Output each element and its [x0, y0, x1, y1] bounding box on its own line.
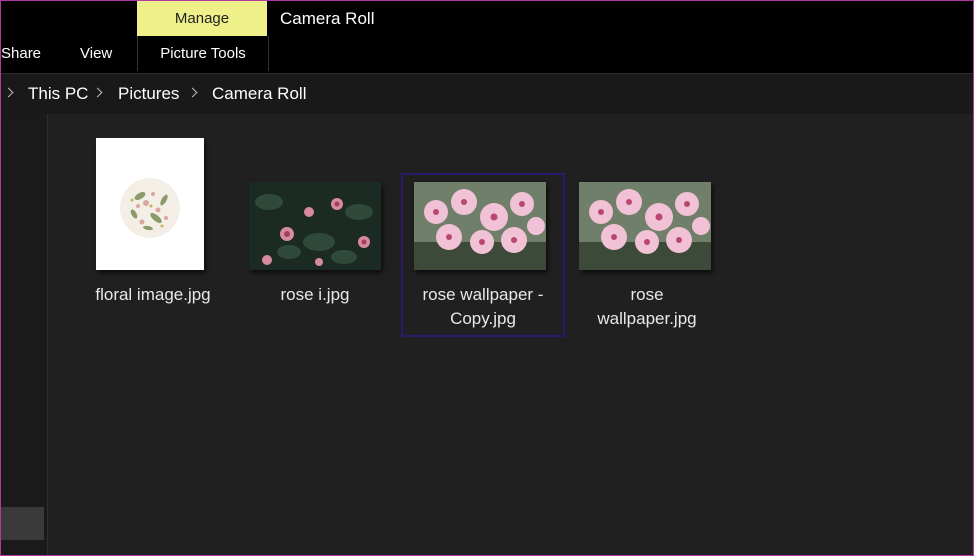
file-name-line-2: Copy.jpg — [450, 309, 516, 328]
address-bar[interactable]: This PC Pictures Camera Roll — [1, 73, 973, 115]
floral-image-thumbnail — [96, 138, 204, 270]
breadcrumb-camera-roll[interactable]: Camera Roll — [212, 74, 306, 114]
dark-rose-thumbnail — [249, 182, 381, 270]
navigation-scrollbar[interactable] — [1, 507, 44, 540]
pink-blossom-thumbnail — [414, 182, 546, 270]
tab-manage[interactable]: Manage — [137, 1, 267, 36]
ribbon-tabs: Share View Picture Tools — [1, 36, 973, 71]
file-explorer-window: Manage Camera Roll Share View Picture To… — [0, 0, 974, 556]
chevron-right-icon[interactable] — [92, 87, 103, 98]
breadcrumb-pictures[interactable]: Pictures — [118, 74, 179, 114]
file-name: floral image.jpg — [95, 285, 211, 304]
window-title: Camera Roll — [280, 9, 375, 28]
chevron-right-icon[interactable] — [3, 87, 14, 98]
file-name: rose i.jpg — [280, 285, 350, 304]
tab-view[interactable]: View — [80, 36, 112, 71]
file-name-line-1: rose — [630, 285, 664, 304]
pink-blossom-thumbnail — [579, 182, 711, 270]
navigation-pane — [1, 114, 48, 555]
tab-share[interactable]: Share — [1, 36, 41, 71]
file-name-line-2: wallpaper.jpg — [597, 309, 697, 328]
chevron-right-icon[interactable] — [187, 87, 198, 98]
breadcrumb-this-pc[interactable]: This PC — [28, 74, 88, 114]
file-name-line-1: rose wallpaper - — [422, 285, 544, 304]
title-bar: Manage Camera Roll — [1, 1, 973, 36]
tab-picture-tools[interactable]: Picture Tools — [137, 36, 269, 71]
